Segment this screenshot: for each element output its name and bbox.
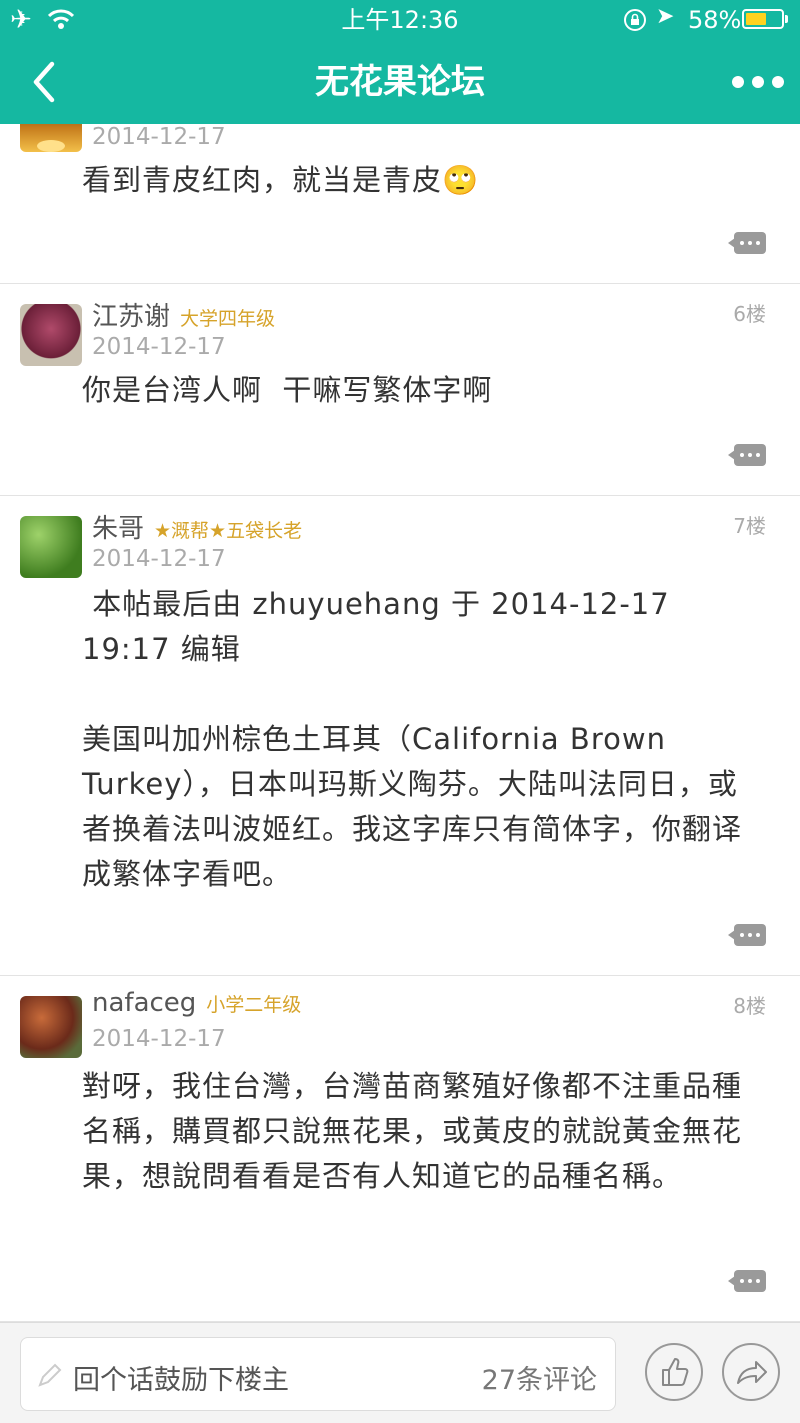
- floor-number: 8楼: [733, 990, 766, 1019]
- like-button[interactable]: [645, 1343, 703, 1401]
- bottom-bar: 回个话鼓励下楼主 27条评论: [0, 1322, 800, 1423]
- author-line: 江苏谢 大学四年级: [92, 296, 275, 330]
- battery-nub: [785, 15, 788, 23]
- reply-placeholder: 回个话鼓励下楼主: [73, 1358, 289, 1397]
- more-options-icon[interactable]: [732, 76, 784, 88]
- post-date: 2014-12-17: [92, 334, 226, 360]
- post-date: 2014-12-17: [92, 546, 226, 572]
- post-content: 對呀，我住台灣，台灣苗商繁殖好像都不注重品種名稱，購買都只說無花果，或黃皮的就說…: [82, 1064, 762, 1199]
- comment-icon[interactable]: [734, 444, 766, 466]
- status-time: 上午12:36: [0, 6, 800, 34]
- author-name[interactable]: nafaceg: [92, 988, 196, 1018]
- post-item: nafaceg 小学二年级 8楼 2014-12-17 對呀，我住台灣，台灣苗商…: [0, 976, 800, 1322]
- post-list[interactable]: 2014-12-17 看到青皮红肉，就当是青皮🙄 江苏谢 大学四年级 6楼 20…: [0, 124, 800, 1322]
- floor-number: 7楼: [733, 510, 766, 539]
- avatar[interactable]: [20, 996, 82, 1058]
- comment-icon[interactable]: [734, 924, 766, 946]
- top-bar: ✈ 上午12:36 ➤ 58% 无花果论坛: [0, 0, 800, 124]
- post-date: 2014-12-17: [92, 1026, 226, 1052]
- comment-icon[interactable]: [734, 1270, 766, 1292]
- comment-icon[interactable]: [734, 232, 766, 254]
- author-name[interactable]: 江苏谢: [92, 296, 170, 333]
- battery-icon: [742, 9, 784, 29]
- post-item: 朱哥 ★溉帮★五袋长老 7楼 2014-12-17 本帖最后由 zhuyueha…: [0, 496, 800, 976]
- avatar[interactable]: [20, 516, 82, 578]
- author-rank: ★溉帮★五袋长老: [154, 516, 302, 543]
- nav-bar: 无花果论坛: [0, 40, 800, 124]
- author-name[interactable]: 朱哥: [92, 508, 144, 545]
- post-content: 本帖最后由 zhuyuehang 于 2014-12-17 19:17 编辑 美…: [82, 582, 762, 897]
- floor-number: 6楼: [733, 298, 766, 327]
- post-content: 看到青皮红肉，就当是青皮🙄: [82, 158, 762, 203]
- post-content: 你是台湾人啊 干嘛写繁体字啊: [82, 368, 762, 413]
- reply-input[interactable]: 回个话鼓励下楼主 27条评论: [20, 1337, 616, 1411]
- author-rank: 小学二年级: [206, 990, 301, 1017]
- avatar[interactable]: [20, 124, 82, 152]
- share-button[interactable]: [722, 1343, 780, 1401]
- comment-count[interactable]: 27条评论: [482, 1358, 597, 1397]
- battery-percent: 58%: [688, 6, 741, 34]
- author-line: nafaceg 小学二年级: [92, 988, 301, 1022]
- status-bar: ✈ 上午12:36 ➤ 58%: [0, 0, 800, 40]
- author-rank: 大学四年级: [180, 304, 275, 331]
- author-line: 朱哥 ★溉帮★五袋长老: [92, 508, 302, 542]
- avatar[interactable]: [20, 304, 82, 366]
- post-item: 2014-12-17 看到青皮红肉，就当是青皮🙄: [0, 124, 800, 284]
- pencil-icon: [35, 1360, 65, 1390]
- post-date: 2014-12-17: [92, 124, 226, 150]
- battery-fill: [746, 13, 766, 25]
- location-icon: ➤: [656, 4, 674, 29]
- thumbs-up-icon: [647, 1345, 701, 1399]
- share-arrow-icon: [724, 1345, 778, 1399]
- post-item: 江苏谢 大学四年级 6楼 2014-12-17 你是台湾人啊 干嘛写繁体字啊: [0, 284, 800, 496]
- orientation-lock-icon: [623, 8, 647, 32]
- page-title: 无花果论坛: [0, 60, 800, 104]
